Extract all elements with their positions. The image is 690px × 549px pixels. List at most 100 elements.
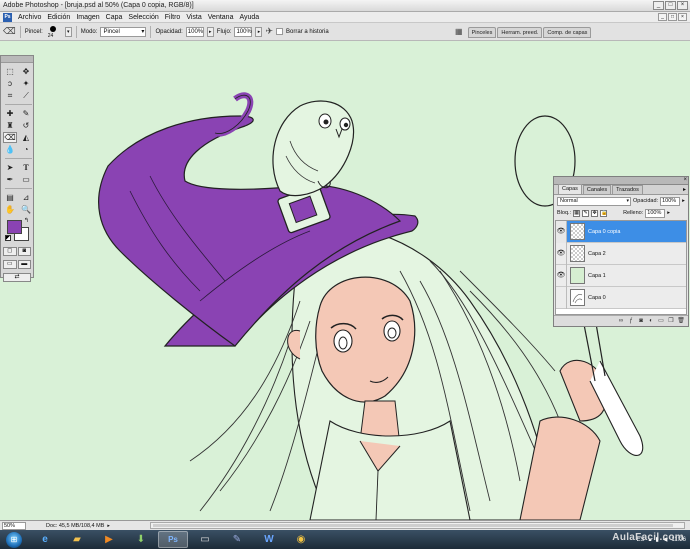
brush-picker[interactable]: 24 bbox=[46, 25, 62, 39]
visibility-eye-icon[interactable]: 👁 bbox=[556, 221, 567, 243]
visibility-eye-icon[interactable]: 👁 bbox=[556, 242, 567, 265]
horizontal-scrollbar[interactable] bbox=[150, 522, 685, 529]
layer-row[interactable]: 👁 Capa 1 bbox=[556, 264, 686, 287]
standard-mode-icon[interactable]: ◻ bbox=[3, 247, 17, 256]
marquee-tool-icon[interactable]: ⬚ bbox=[3, 66, 17, 77]
link-layers-icon[interactable]: ∞ bbox=[617, 317, 625, 325]
menu-vista[interactable]: Vista bbox=[183, 14, 204, 21]
path-selection-tool-icon[interactable]: ➤ bbox=[3, 162, 17, 173]
doc-minimize-button[interactable]: _ bbox=[658, 13, 667, 21]
full-screen-menu-icon[interactable]: ▬ bbox=[17, 260, 31, 269]
zoom-tool-icon[interactable]: 🔍 bbox=[19, 204, 33, 215]
menu-capa[interactable]: Capa bbox=[103, 14, 126, 21]
tab-herram-preed[interactable]: Herram. preed. bbox=[497, 27, 543, 38]
history-brush-tool-icon[interactable]: ↺ bbox=[19, 120, 33, 131]
lock-position-icon[interactable]: ✥ bbox=[591, 209, 599, 217]
layer-row[interactable]: 👁 Capa 0 copia bbox=[556, 221, 686, 243]
menu-filtro[interactable]: Filtro bbox=[162, 14, 184, 21]
maximize-button[interactable]: □ bbox=[665, 1, 676, 10]
eraser-tool-icon[interactable]: ⌫ bbox=[3, 132, 17, 143]
lasso-tool-icon[interactable]: ↄ bbox=[3, 78, 17, 89]
opacity-input[interactable]: 100% bbox=[185, 26, 204, 37]
paint-app-icon[interactable]: ✎ bbox=[222, 531, 252, 548]
menu-seleccion[interactable]: Selección bbox=[125, 14, 161, 21]
layer-style-icon[interactable]: ƒ bbox=[627, 317, 635, 325]
zoom-input[interactable]: 50% bbox=[2, 521, 26, 530]
flow-input[interactable]: 100% bbox=[234, 26, 253, 37]
blur-tool-icon[interactable]: 💧 bbox=[3, 144, 17, 155]
minimize-button[interactable]: _ bbox=[653, 1, 664, 10]
trash-icon[interactable]: 🗑 bbox=[677, 317, 685, 325]
new-group-icon[interactable]: ▭ bbox=[657, 317, 665, 325]
fill-arrow-icon[interactable]: ▸ bbox=[667, 210, 670, 216]
foreground-color-swatch[interactable] bbox=[7, 220, 22, 234]
hand-tool-icon[interactable]: ✋ bbox=[3, 204, 17, 215]
doc-close-button[interactable]: × bbox=[678, 13, 687, 21]
scanner-app-icon[interactable]: ▭ bbox=[190, 531, 220, 548]
download-manager-icon[interactable]: ⬇ bbox=[126, 531, 156, 548]
mode-select[interactable]: Pincel bbox=[100, 26, 147, 37]
move-tool-icon[interactable]: ✥ bbox=[19, 66, 33, 77]
opacity-slider-arrow[interactable]: ▸ bbox=[206, 26, 214, 37]
layer-mask-icon[interactable]: ◙ bbox=[637, 317, 645, 325]
airbrush-icon[interactable]: ✈ bbox=[265, 26, 273, 37]
dodge-tool-icon[interactable]: ◔ bbox=[19, 144, 33, 155]
explorer-folder-icon[interactable]: ▰ bbox=[62, 531, 92, 548]
layer-opacity-input[interactable]: 100% bbox=[660, 196, 681, 206]
menu-ayuda[interactable]: Ayuda bbox=[236, 14, 262, 21]
healing-brush-tool-icon[interactable]: ✚ bbox=[3, 108, 17, 119]
crop-tool-icon[interactable]: ⌗ bbox=[3, 90, 17, 101]
adjustment-layer-icon[interactable]: ◐ bbox=[647, 317, 655, 325]
type-tool-icon[interactable]: T bbox=[19, 162, 33, 173]
close-button[interactable]: × bbox=[677, 1, 688, 10]
layer-row[interactable]: 👁 Capa 2 bbox=[556, 242, 686, 265]
fill-input[interactable]: 100% bbox=[645, 208, 666, 218]
brush-tool-icon[interactable]: ✎ bbox=[19, 108, 33, 119]
shape-tool-icon[interactable]: ▭ bbox=[19, 174, 33, 185]
media-player-icon[interactable]: ▶ bbox=[94, 531, 124, 548]
lock-image-icon[interactable]: ✎ bbox=[582, 209, 590, 217]
menu-imagen[interactable]: Imagen bbox=[73, 14, 102, 21]
close-icon[interactable]: × bbox=[683, 177, 687, 184]
layer-row[interactable]: Capa 0 bbox=[556, 286, 686, 309]
pen-tool-icon[interactable]: ✒ bbox=[3, 174, 17, 185]
scrollbar-thumb[interactable] bbox=[153, 524, 673, 527]
opacity-arrow-icon[interactable]: ▸ bbox=[682, 198, 685, 204]
start-button[interactable]: ⊞ bbox=[6, 531, 22, 548]
default-colors-icon[interactable] bbox=[5, 235, 11, 241]
new-layer-icon[interactable]: ❐ bbox=[667, 317, 675, 325]
clone-stamp-tool-icon[interactable]: ♜ bbox=[3, 120, 17, 131]
magic-wand-tool-icon[interactable]: ✦ bbox=[19, 78, 33, 89]
menu-edicion[interactable]: Edición bbox=[44, 14, 73, 21]
slice-tool-icon[interactable]: ⟋ bbox=[19, 90, 33, 101]
blend-mode-select[interactable]: Normal bbox=[557, 196, 631, 206]
panel-menu-icon[interactable]: ▸ bbox=[683, 186, 686, 193]
lock-transparency-icon[interactable]: ▦ bbox=[573, 209, 581, 217]
tab-capas[interactable]: Capas bbox=[558, 184, 582, 194]
quick-mask-mode-icon[interactable]: ◙ bbox=[17, 247, 31, 256]
lock-all-icon[interactable]: 🔒 bbox=[600, 209, 607, 217]
flow-slider-arrow[interactable]: ▸ bbox=[255, 26, 263, 37]
paint-bucket-tool-icon[interactable]: ◭ bbox=[19, 132, 33, 143]
swap-colors-icon[interactable]: ↰ bbox=[24, 217, 29, 224]
tab-canales[interactable]: Canales bbox=[582, 185, 612, 194]
toolbox-header[interactable] bbox=[1, 56, 33, 63]
chrome-icon[interactable]: ◉ bbox=[286, 531, 316, 548]
erase-history-checkbox[interactable] bbox=[276, 28, 284, 35]
tab-trazados[interactable]: Trazados bbox=[612, 185, 643, 194]
doc-restore-button[interactable]: □ bbox=[668, 13, 677, 21]
visibility-eye-icon[interactable]: 👁 bbox=[556, 264, 567, 287]
eraser-preset-icon[interactable]: ⌫ bbox=[3, 26, 16, 37]
eyedropper-tool-icon[interactable]: ⊿ bbox=[19, 192, 33, 203]
menu-archivo[interactable]: Archivo bbox=[15, 14, 44, 21]
photoshop-task-icon[interactable]: Ps bbox=[158, 531, 188, 548]
file-browser-icon[interactable]: ▦ bbox=[455, 27, 463, 38]
menu-ventana[interactable]: Ventana bbox=[205, 14, 237, 21]
standard-screen-icon[interactable]: ▭ bbox=[3, 260, 17, 269]
tab-pinceles[interactable]: Pinceles bbox=[467, 27, 497, 38]
visibility-toggle-empty[interactable] bbox=[556, 286, 567, 309]
jump-to-imageready-icon[interactable]: ⇄ bbox=[3, 273, 31, 282]
internet-explorer-icon[interactable]: e bbox=[30, 531, 60, 548]
tab-comp-de-capas[interactable]: Comp. de capas bbox=[543, 27, 592, 38]
brush-dropdown-arrow[interactable]: ▾ bbox=[64, 26, 72, 37]
